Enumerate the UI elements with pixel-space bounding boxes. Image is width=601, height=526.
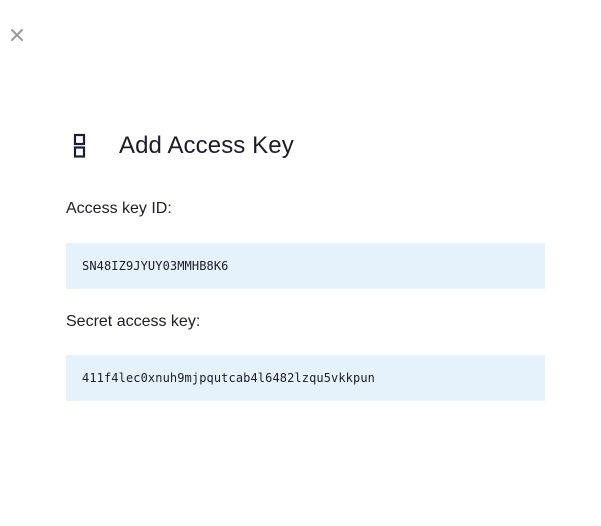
access-key-id-label: Access key ID: [66,200,172,217]
secret-access-key-field[interactable]: 411f4lec0xnuh9mjpqutcab4l6482lzqu5vkkpun [66,355,545,401]
close-button[interactable] [6,24,28,46]
access-key-id-field[interactable]: SN48IZ9JYUY03MMHB8K6 [66,243,545,289]
secret-access-key-value[interactable]: 411f4lec0xnuh9mjpqutcab4l6482lzqu5vkkpun [82,371,375,385]
close-icon [11,29,23,41]
dialog-title: Add Access Key [119,132,294,159]
dialog-header: Add Access Key [66,128,294,164]
key-icon [66,128,94,164]
access-key-id-value[interactable]: SN48IZ9JYUY03MMHB8K6 [82,259,229,273]
secret-access-key-label: Secret access key: [66,313,201,330]
add-access-key-dialog: Add Access Key Access key ID: SN48IZ9JYU… [0,0,601,526]
